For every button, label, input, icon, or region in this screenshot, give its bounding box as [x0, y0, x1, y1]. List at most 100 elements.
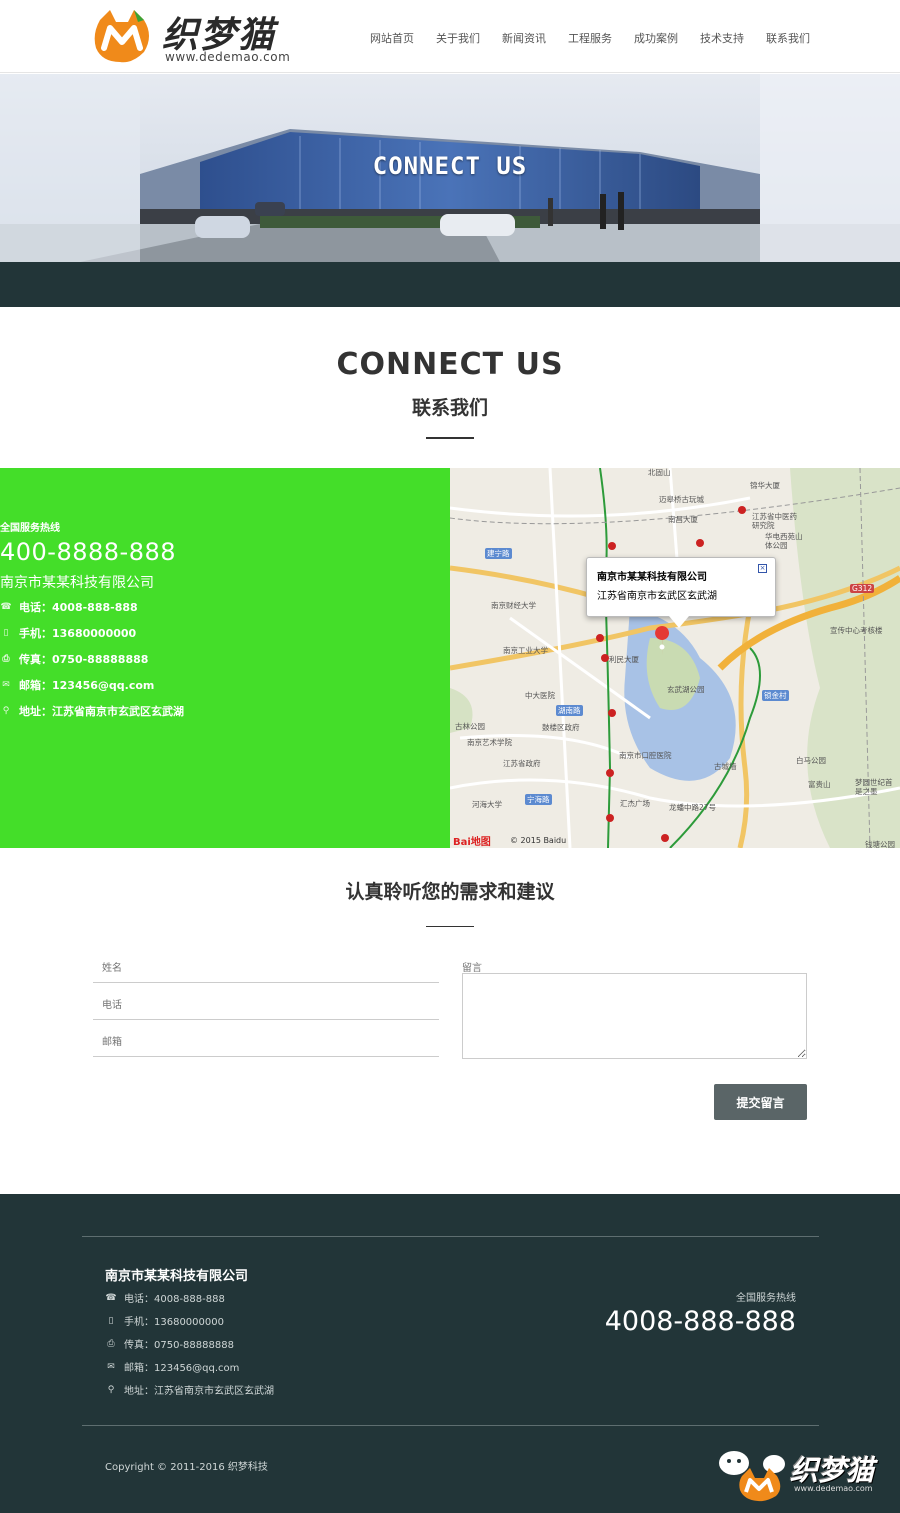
email-field[interactable]	[93, 1029, 439, 1056]
form-title: 认真聆听您的需求和建议	[345, 881, 555, 903]
map-label: 南京市口腔医院	[619, 751, 672, 760]
map-label: 龙蟠中路27号	[669, 803, 717, 812]
footer-divider-top	[82, 1236, 819, 1237]
nav-item-cases[interactable]: 成功案例	[634, 30, 678, 46]
footer-logo[interactable]: 织梦猫 www.dedemao.com	[716, 1446, 886, 1502]
hotline-label: 全国服务热线	[0, 523, 60, 534]
section-divider	[426, 437, 474, 439]
contact-row-email: ✉ 邮箱：123456@qq.com	[0, 677, 154, 693]
map-label: 宣传中心考核楼	[830, 626, 883, 635]
name-field[interactable]	[93, 955, 439, 982]
nav-item-home[interactable]: 网站首页	[370, 30, 414, 46]
contact-row-text: 邮箱：123456@qq.com	[19, 679, 155, 692]
mail-icon: ✉	[107, 1361, 115, 1372]
footer-logo-wordmark: 织梦猫	[790, 1454, 875, 1487]
contact-row-address: ⚲ 地址：江苏省南京市玄武区玄武湖	[0, 703, 184, 719]
baidu-logo[interactable]: Bai地图	[453, 833, 491, 848]
nav-item-engineering[interactable]: 工程服务	[568, 30, 612, 46]
mobile-icon: ▯	[108, 1315, 114, 1326]
email-field-wrap	[93, 1029, 439, 1057]
contact-row-text: 电话：4008-888-888	[19, 601, 138, 614]
map-label: 南昌大厦	[668, 515, 698, 524]
footer-divider-bottom	[82, 1425, 819, 1426]
message-textarea[interactable]	[462, 973, 807, 1059]
map-label: 南京艺术学院	[467, 738, 512, 747]
location-icon: ⚲	[2, 706, 10, 716]
map-label: 河海大学	[472, 800, 502, 809]
footer-row-email: ✉ 邮箱：123456@qq.com	[105, 1359, 239, 1375]
nav-item-about[interactable]: 关于我们	[436, 30, 480, 46]
map-label: 江苏省中医药研究院	[752, 512, 797, 530]
footer-row-text: 传真：0750-88888888	[124, 1340, 234, 1351]
submit-message-button[interactable]: 提交留言	[714, 1084, 807, 1120]
map-label: 中大医院	[525, 691, 555, 700]
message-label: 留言	[462, 963, 482, 974]
map-label: 北固山	[648, 468, 671, 477]
footer-hotline: 4008-888-888	[604, 1306, 796, 1337]
footer-row-text: 地址：江苏省南京市玄武区玄武湖	[124, 1386, 274, 1397]
contact-row-text: 传真：0750-88888888	[19, 653, 149, 666]
mail-icon: ✉	[2, 680, 10, 690]
section-subtitle: 联系我们	[411, 397, 488, 419]
logo-url: www.dedemao.com	[165, 50, 291, 64]
fax-icon: ⎙	[2, 654, 10, 664]
location-icon: ⚲	[107, 1384, 115, 1395]
contact-row-text: 手机：13680000000	[19, 627, 137, 640]
page-banner: CONNECT US	[0, 74, 900, 262]
footer-row-text: 电话：4008-888-888	[124, 1294, 225, 1305]
banner-dark-strip	[0, 262, 900, 307]
company-name: 南京市某某科技有限公司	[0, 575, 154, 591]
map-label: 迈皋桥古玩城	[659, 495, 704, 504]
close-icon[interactable]: ×	[758, 564, 767, 573]
footer-logo-url: www.dedemao.com	[794, 1484, 873, 1493]
phone-field-wrap	[93, 992, 439, 1020]
popup-title: 南京市某某科技有限公司	[597, 572, 707, 583]
site-logo[interactable]: 织梦猫 www.dedemao.com	[90, 6, 305, 66]
banner-title: CONNECT US	[372, 152, 528, 180]
nav-item-contact[interactable]: 联系我们	[766, 30, 810, 46]
map-info-popup: 南京市某某科技有限公司 江苏省南京市玄武区玄武湖 ×	[586, 557, 776, 628]
mobile-icon: ▯	[3, 628, 9, 638]
contact-row-phone: ☎ 电话：4008-888-888	[0, 599, 138, 615]
phone-field[interactable]	[93, 992, 439, 1019]
map-label: 玄武湖公园	[667, 685, 705, 694]
map-road-tag: 锁金村	[762, 690, 789, 701]
fax-icon: ⎙	[107, 1338, 115, 1349]
map-road-tag: 建宁路	[485, 548, 512, 559]
map-label: 鼓楼区政府	[542, 723, 580, 732]
map-road-tag: 湖南路	[556, 705, 583, 716]
name-field-wrap	[93, 955, 439, 983]
map-label: 南京工业大学	[503, 646, 548, 655]
map-roads	[450, 468, 900, 848]
main-nav: 网站首页 关于我们 新闻资讯 工程服务 成功案例 技术支持 联系我们	[370, 30, 832, 46]
contact-row-mobile: ▯ 手机：13680000000	[0, 625, 137, 641]
phone-icon: ☎	[105, 1292, 117, 1303]
map-label: 古城墙	[714, 762, 737, 771]
hotline-number: 400-8888-888	[0, 538, 177, 566]
map-copyright: © 2015 Baidu	[510, 836, 567, 845]
map-label: 古林公园	[455, 722, 485, 731]
footer-row-address: ⚲ 地址：江苏省南京市玄武区玄武湖	[105, 1382, 274, 1398]
map-label: 富贵山	[808, 780, 831, 789]
footer-row-fax: ⎙ 传真：0750-88888888	[105, 1336, 234, 1352]
map-label: 白马公园	[796, 756, 826, 765]
baidu-map[interactable]	[450, 468, 900, 848]
section-title: CONNECT US	[336, 347, 564, 382]
nav-item-support[interactable]: 技术支持	[700, 30, 744, 46]
map-label: 江苏省政府	[503, 759, 541, 768]
map-label: 华电西苑山体公园	[765, 532, 803, 550]
popup-address: 江苏省南京市玄武区玄武湖	[597, 591, 717, 602]
site-header: 织梦猫 www.dedemao.com 网站首页 关于我们 新闻资讯 工程服务 …	[0, 0, 900, 73]
map-label: 锦华大厦	[750, 481, 780, 490]
phone-icon: ☎	[0, 602, 12, 612]
map-label: 汇杰广场	[620, 799, 650, 808]
footer-copyright: Copyright © 2011-2016 织梦科技	[105, 1462, 268, 1473]
footer-row-text: 手机：13680000000	[124, 1317, 224, 1328]
logo-badge-icon	[94, 10, 149, 63]
footer-company: 南京市某某科技有限公司	[105, 1269, 249, 1284]
map-label: 梦圆世纪首是之墨	[855, 778, 893, 796]
footer-hotline-label: 全国服务热线	[736, 1293, 796, 1304]
nav-item-news[interactable]: 新闻资讯	[502, 30, 546, 46]
contact-row-fax: ⎙ 传真：0750-88888888	[0, 651, 148, 667]
wechat-logo-icon	[719, 1451, 785, 1502]
